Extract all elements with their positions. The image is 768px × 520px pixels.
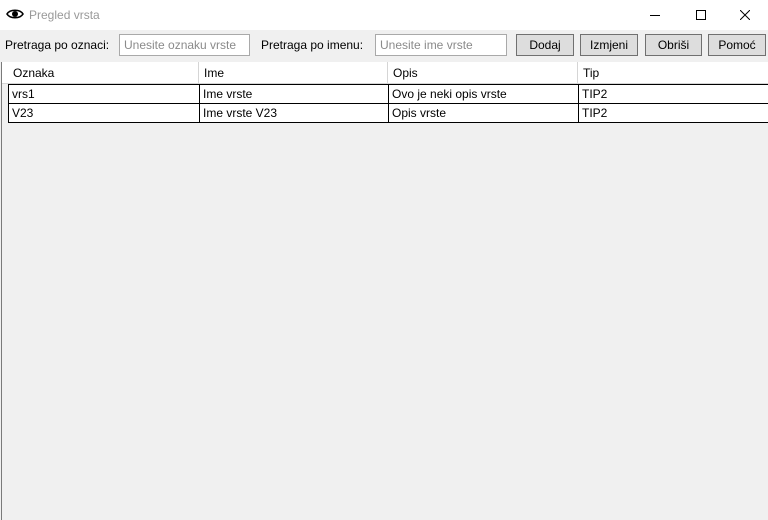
- grid-rows: vrs1 Ime vrste Ovo je neki opis vrste TI…: [8, 84, 768, 123]
- grid-header: Oznaka Ime Opis Tip: [2, 62, 768, 84]
- column-header-oznaka[interactable]: Oznaka: [8, 62, 199, 84]
- table-row[interactable]: vrs1 Ime vrste Ovo je neki opis vrste TI…: [8, 84, 768, 103]
- cell-tip[interactable]: TIP2: [579, 85, 768, 103]
- toolbar: Pretraga po oznaci: Pretraga po imenu: D…: [0, 30, 768, 62]
- delete-button[interactable]: Obriši: [645, 34, 702, 56]
- table-row[interactable]: V23 Ime vrste V23 Opis vrste TIP2: [8, 103, 768, 123]
- title-bar: Pregled vrsta: [0, 0, 768, 30]
- cell-opis[interactable]: Ovo je neki opis vrste: [389, 85, 579, 103]
- window-title: Pregled vrsta: [29, 8, 100, 22]
- cell-opis[interactable]: Opis vrste: [389, 104, 579, 122]
- help-button[interactable]: Pomoć: [708, 34, 766, 56]
- column-header-opis[interactable]: Opis: [388, 62, 578, 84]
- minimize-icon: [650, 15, 660, 16]
- edit-button[interactable]: Izmjeni: [580, 34, 638, 56]
- column-header-tip[interactable]: Tip: [578, 62, 768, 84]
- maximize-icon: [696, 10, 706, 20]
- eye-icon: [6, 6, 24, 22]
- close-button[interactable]: [722, 0, 768, 30]
- search-ime-label: Pretraga po imenu:: [261, 38, 364, 52]
- column-header-ime[interactable]: Ime: [199, 62, 388, 84]
- cell-ime[interactable]: Ime vrste: [200, 85, 389, 103]
- minimize-button[interactable]: [632, 0, 678, 30]
- species-grid[interactable]: Oznaka Ime Opis Tip vrs1 Ime vrste Ovo j…: [1, 62, 768, 520]
- search-ime-input[interactable]: [375, 34, 507, 56]
- cell-ime[interactable]: Ime vrste V23: [200, 104, 389, 122]
- add-button[interactable]: Dodaj: [516, 34, 574, 56]
- cell-oznaka[interactable]: vrs1: [9, 85, 200, 103]
- search-oznaka-label: Pretraga po oznaci:: [5, 38, 110, 52]
- search-oznaka-input[interactable]: [119, 34, 250, 56]
- cell-tip[interactable]: TIP2: [579, 104, 768, 122]
- cell-oznaka[interactable]: V23: [9, 104, 200, 122]
- close-icon: [740, 10, 750, 20]
- maximize-button[interactable]: [678, 0, 724, 30]
